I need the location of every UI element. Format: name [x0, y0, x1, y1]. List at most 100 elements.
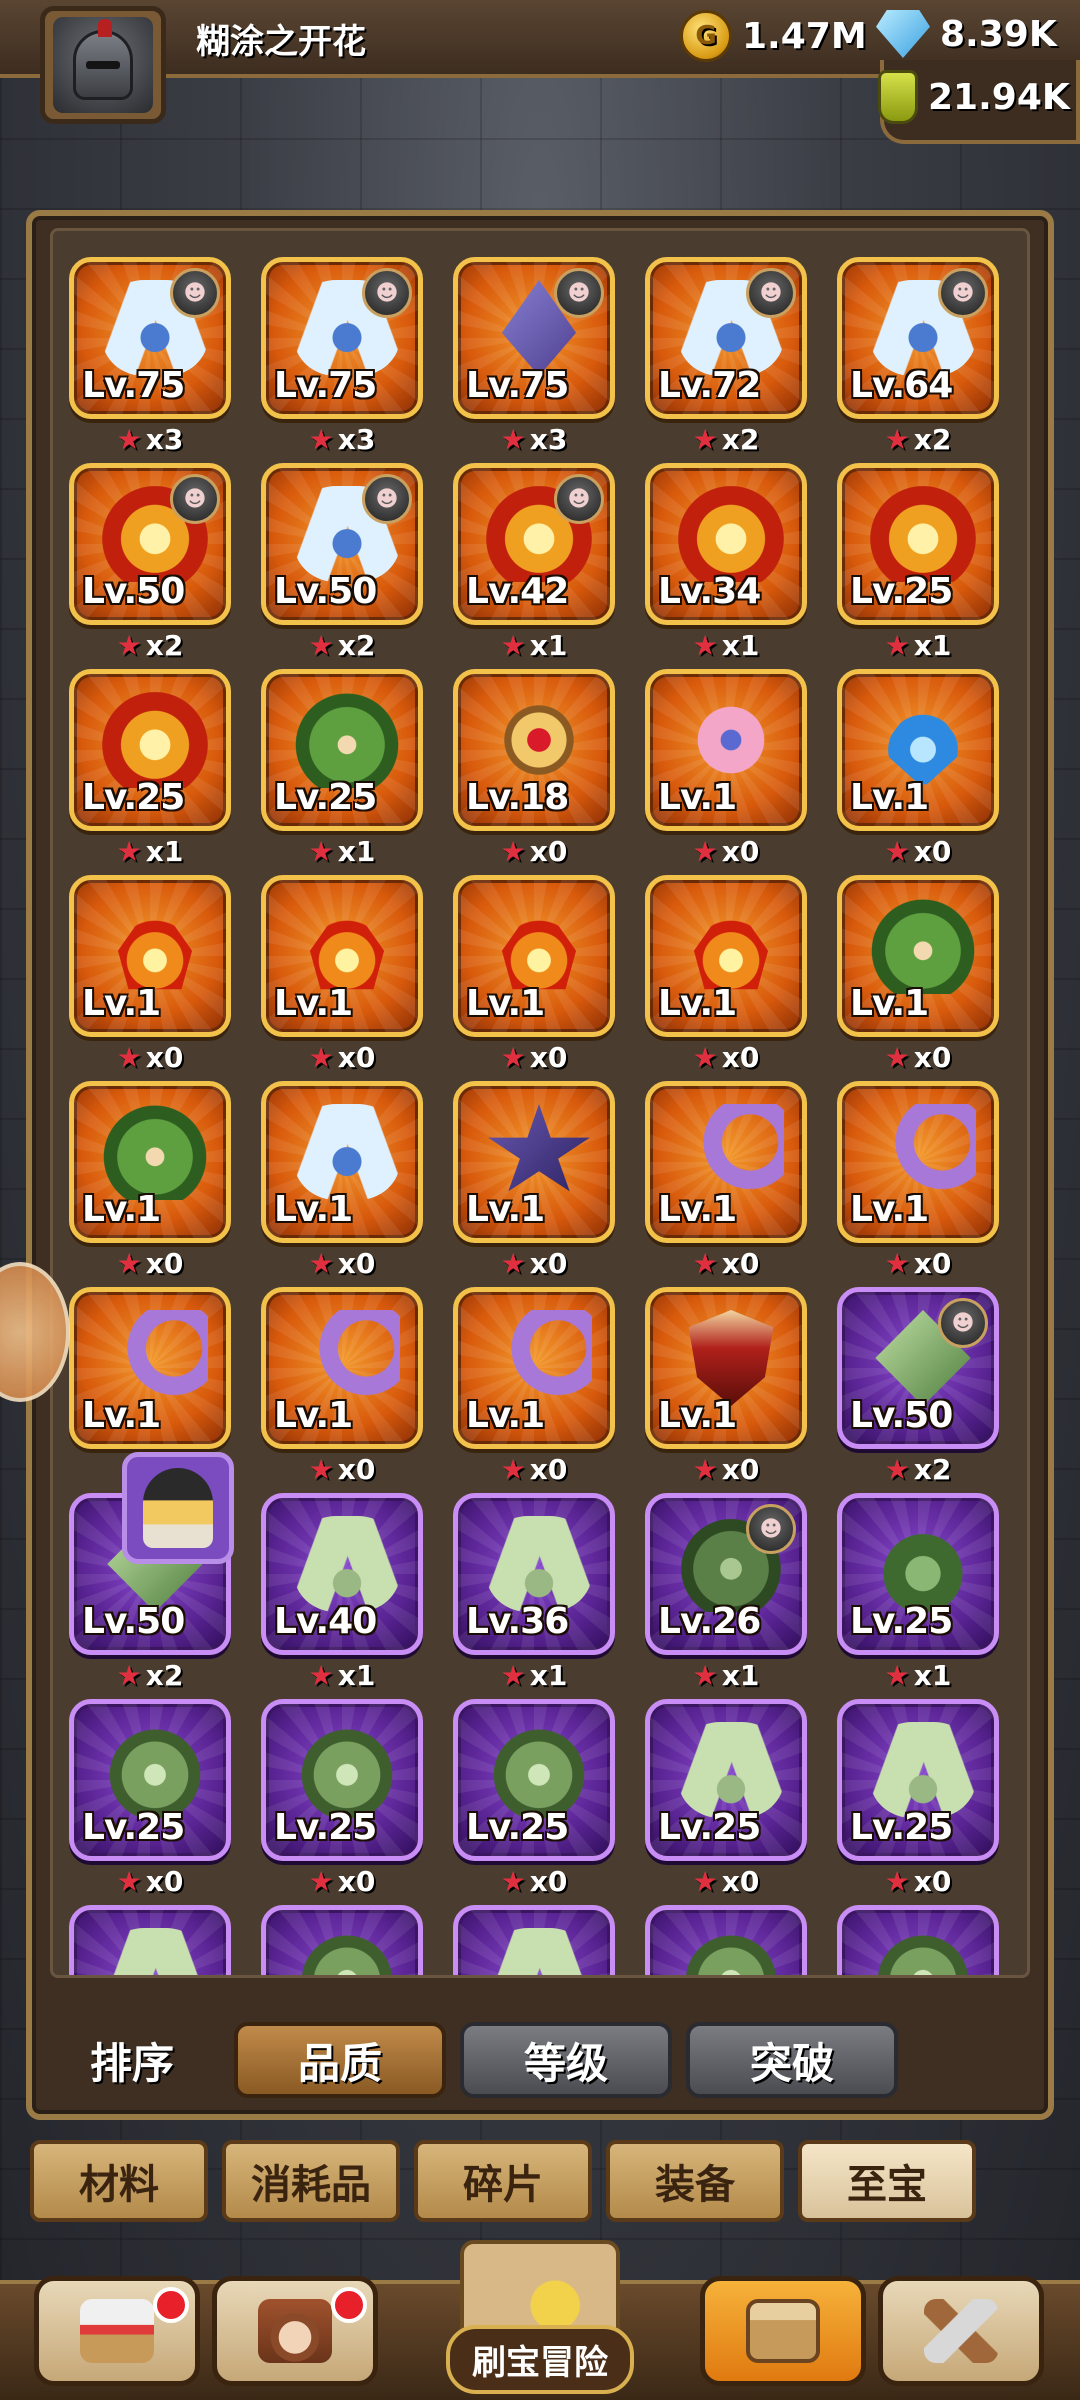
treasure-item[interactable]: Lv.25 ★ x0: [261, 1699, 423, 1898]
treasure-item[interactable]: Lv.25 ★ x0: [645, 1699, 807, 1898]
tab-consumables[interactable]: 消耗品: [222, 2140, 400, 2222]
potion-counter[interactable]: 21.94K: [878, 70, 1070, 124]
treasure-item[interactable]: Lv.1 ★ x0: [645, 1287, 807, 1486]
treasure-item[interactable]: [837, 1905, 999, 1975]
item-level: Lv.25: [274, 777, 377, 818]
star-icon: ★: [884, 423, 910, 456]
treasure-item[interactable]: Lv.1 ★ x0: [453, 1081, 615, 1280]
star-count: x0: [721, 1247, 760, 1280]
treasure-item[interactable]: Lv.1 ★ x0: [645, 669, 807, 868]
star-icon: ★: [116, 1659, 142, 1692]
star-count: x3: [337, 423, 376, 456]
treasure-item[interactable]: Lv.25 ★ x0: [453, 1699, 615, 1898]
treasure-item[interactable]: Lv.1 ★ x0: [645, 875, 807, 1074]
treasure-item[interactable]: Lv.34 ★ x1: [645, 463, 807, 662]
treasure-item[interactable]: ☻ Lv.75 ★ x3: [453, 257, 615, 456]
nav-hero-button[interactable]: [212, 2276, 378, 2386]
nav-forge-button[interactable]: [878, 2276, 1044, 2386]
sort-quality-button[interactable]: 品质: [234, 2022, 446, 2098]
flower-icon: [678, 692, 784, 788]
item-breakthrough-stars: ★ x2: [837, 423, 999, 456]
treasure-item[interactable]: ☻ Lv.50 ★ x2: [69, 463, 231, 662]
green-wings-icon: [486, 1516, 592, 1612]
treasure-item[interactable]: Lv.25 ★ x1: [261, 669, 423, 868]
treasure-item[interactable]: Lv.18 ★ x0: [453, 669, 615, 868]
treasure-item[interactable]: Lv.1 ★ x0: [837, 1081, 999, 1280]
treasure-item[interactable]: ☻ Lv.50 ★ x2: [261, 463, 423, 662]
green-dragon-icon: [870, 1928, 976, 1975]
tab-treasures[interactable]: 至宝: [798, 2140, 976, 2222]
treasure-item[interactable]: Lv.25 ★ x1: [837, 463, 999, 662]
star-icon: ★: [692, 1865, 718, 1898]
treasure-item[interactable]: ☻ Lv.50 ★ x2: [837, 1287, 999, 1486]
star-icon: [488, 1104, 590, 1192]
treasure-item[interactable]: [261, 1905, 423, 1975]
treasure-item[interactable]: Lv.1 ★ x0: [645, 1081, 807, 1280]
green-wings-icon: [294, 1516, 400, 1612]
item-level: Lv.25: [850, 1807, 953, 1848]
treasure-tile: Lv.25: [837, 463, 999, 625]
item-breakthrough-stars: ★ x0: [645, 1041, 807, 1074]
gem-counter[interactable]: 8.39K: [876, 10, 1057, 58]
treasure-item[interactable]: Lv.1 ★ x0: [453, 1287, 615, 1486]
star-count: x2: [913, 1453, 952, 1486]
star-icon: ★: [884, 629, 910, 662]
treasure-item[interactable]: Lv.1: [69, 1287, 231, 1449]
gold-counter[interactable]: G 1.47M: [680, 10, 867, 62]
nav-adventure-button[interactable]: 刷宝冒险: [390, 2240, 690, 2400]
item-breakthrough-stars: ★ x0: [645, 1453, 807, 1486]
item-level: Lv.1: [658, 1189, 737, 1230]
treasure-item[interactable]: Lv.25 ★ x0: [69, 1699, 231, 1898]
treasure-item[interactable]: Lv.25 ★ x0: [837, 1699, 999, 1898]
treasure-item[interactable]: [645, 1905, 807, 1975]
treasure-item[interactable]: ☻ Lv.72 ★ x2: [645, 257, 807, 456]
bag-icon: [746, 2299, 820, 2363]
star-count: x1: [529, 629, 568, 662]
treasure-item[interactable]: ☻ Lv.64 ★ x2: [837, 257, 999, 456]
treasure-item[interactable]: Lv.1 ★ x0: [453, 875, 615, 1074]
treasure-item[interactable]: Lv.40 ★ x1: [261, 1493, 423, 1692]
item-breakthrough-stars: ★ x0: [837, 835, 999, 868]
star-count: x0: [337, 1247, 376, 1280]
star-count: x2: [913, 423, 952, 456]
treasure-tile: Lv.25: [261, 669, 423, 831]
green-dragon-icon: [294, 1928, 400, 1975]
item-breakthrough-stars: ★ x1: [837, 629, 999, 662]
player-avatar[interactable]: [40, 6, 166, 124]
treasure-item[interactable]: [453, 1905, 615, 1975]
treasure-item[interactable]: ☻ Lv.26 ★ x1: [645, 1493, 807, 1692]
sort-level-button[interactable]: 等级: [460, 2022, 672, 2098]
treasure-item[interactable]: [69, 1905, 231, 1975]
treasure-item[interactable]: Lv.1 ★ x0: [837, 669, 999, 868]
tab-materials[interactable]: 材料: [30, 2140, 208, 2222]
star-icon: ★: [500, 1659, 526, 1692]
star-count: x2: [145, 629, 184, 662]
treasure-item[interactable]: Lv.1 ★ x0: [837, 875, 999, 1074]
top-bar: 糊涂之开花 G 1.47M 8.39K 21.94K: [0, 0, 1080, 144]
knight-helmet-icon: [73, 19, 133, 100]
tab-equipment[interactable]: 装备: [606, 2140, 784, 2222]
treasure-item[interactable]: ☻ Lv.42 ★ x1: [453, 463, 615, 662]
equipped-hero-popup[interactable]: [122, 1452, 234, 1564]
treasure-item[interactable]: Lv.25 ★ x1: [69, 669, 231, 868]
treasure-item[interactable]: Lv.1 ★ x0: [261, 1287, 423, 1486]
treasure-item[interactable]: Lv.36 ★ x1: [453, 1493, 615, 1692]
treasure-item[interactable]: ☻ Lv.75 ★ x3: [261, 257, 423, 456]
treasure-item[interactable]: Lv.1 ★ x0: [69, 875, 231, 1074]
star-icon: ★: [308, 629, 334, 662]
treasure-grid-area[interactable]: ☻ Lv.75 ★ x3 ☻ Lv.75 ★ x3 ☻ Lv.75 ★ x3 ☻ Lv.72 ★ x2 ☻ Lv.…: [50, 228, 1030, 1978]
treasure-item[interactable]: Lv.1 ★ x0: [261, 875, 423, 1074]
star-count: x1: [913, 629, 952, 662]
sort-breakthrough-button[interactable]: 突破: [686, 2022, 898, 2098]
item-breakthrough-stars: ★ x0: [645, 835, 807, 868]
treasure-item[interactable]: Lv.1 ★ x0: [261, 1081, 423, 1280]
treasure-item[interactable]: ☻ Lv.75 ★ x3: [69, 257, 231, 456]
nav-shop-button[interactable]: [34, 2276, 200, 2386]
star-count: x1: [145, 835, 184, 868]
treasure-item[interactable]: Lv.1 ★ x0: [69, 1081, 231, 1280]
nav-bag-button[interactable]: [700, 2276, 866, 2386]
star-count: x0: [529, 1247, 568, 1280]
treasure-tile: ☻ Lv.75: [261, 257, 423, 419]
treasure-item[interactable]: Lv.25 ★ x1: [837, 1493, 999, 1692]
tab-fragments[interactable]: 碎片: [414, 2140, 592, 2222]
